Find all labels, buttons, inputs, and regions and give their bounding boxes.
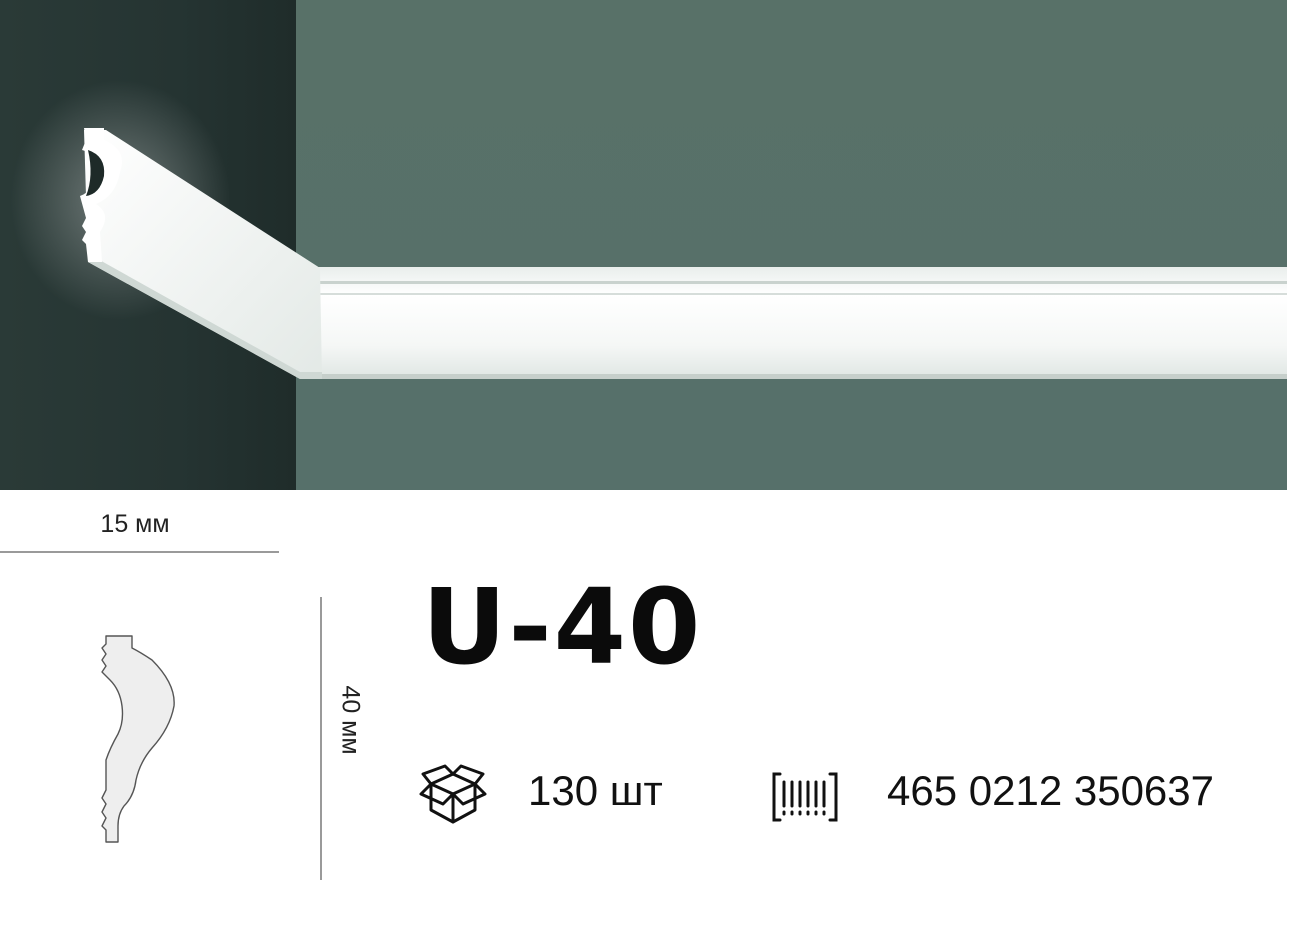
molding-profile-icon: [96, 630, 186, 855]
width-dimension-label: 15 мм: [100, 510, 170, 538]
molding-groove-top: [300, 281, 1287, 284]
right-wall: [296, 0, 1287, 490]
height-dimension-line: [320, 597, 322, 880]
box-icon: [417, 764, 489, 835]
model-title: U-40: [422, 566, 703, 688]
molding-photo-illustration: [0, 0, 1287, 490]
width-dimension-line: [0, 551, 279, 553]
molding-groove-mid: [300, 293, 1287, 295]
barcode-number: 465 0212 350637: [887, 767, 1214, 814]
product-photo: [0, 0, 1287, 490]
package-quantity: 130 шт: [528, 767, 663, 814]
barcode-icon: [770, 770, 840, 829]
molding-bottom-edge: [300, 374, 1287, 379]
height-dimension-label: 40 мм: [336, 685, 365, 755]
